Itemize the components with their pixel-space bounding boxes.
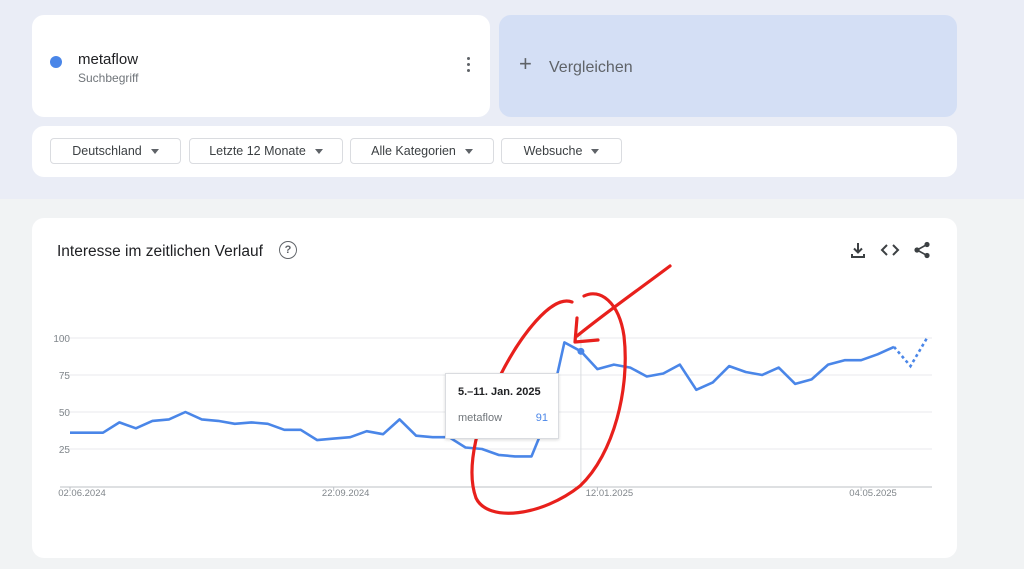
y-tick-label: 25	[59, 445, 71, 456]
search-term-card[interactable]: metaflow Suchbegriff	[32, 15, 490, 117]
y-tick-label: 75	[59, 371, 71, 382]
filter-region[interactable]: Deutschland	[50, 138, 181, 164]
filter-category-label: Alle Kategorien	[371, 144, 456, 158]
filter-timerange[interactable]: Letzte 12 Monate	[189, 138, 343, 164]
filter-search-type[interactable]: Websuche	[501, 138, 622, 164]
y-tick-label: 50	[59, 408, 71, 419]
y-tick-label: 100	[53, 334, 70, 345]
interest-over-time-card: Interesse im zeitlichen Verlauf ? 25 50 75…	[32, 218, 957, 558]
filter-category[interactable]: Alle Kategorien	[350, 138, 494, 164]
compare-label: Vergleichen	[549, 59, 633, 76]
filter-bar: Deutschland Letzte 12 Monate Alle Katego…	[32, 126, 957, 177]
dropdown-caret-icon	[150, 148, 159, 154]
tooltip-date: 5.–11. Jan. 2025	[458, 386, 541, 398]
search-term-name: metaflow	[78, 51, 139, 68]
series-color-dot	[50, 56, 62, 68]
x-tick-label: 04.05.2025	[849, 488, 897, 499]
filter-timerange-label: Letzte 12 Monate	[209, 144, 306, 158]
tooltip-value: 91	[535, 412, 548, 424]
plus-icon: +	[519, 51, 532, 76]
search-term-type: Suchbegriff	[78, 71, 139, 85]
tooltip-term: metaflow	[458, 412, 503, 424]
filter-region-label: Deutschland	[72, 144, 142, 158]
data-tooltip: 5.–11. Jan. 2025 metaflow 91	[445, 373, 559, 439]
series-line-partial	[893, 337, 929, 369]
x-tick-label: 12.01.2025	[586, 488, 634, 499]
dropdown-caret-icon	[314, 148, 323, 154]
dropdown-caret-icon	[591, 148, 600, 154]
dropdown-caret-icon	[464, 148, 473, 154]
filter-search-type-label: Websuche	[523, 144, 583, 158]
x-tick-label: 22.09.2024	[322, 488, 370, 499]
x-tick-label: 02.06.2024	[58, 488, 106, 499]
compare-button[interactable]: + Vergleichen	[499, 15, 957, 117]
more-options-icon[interactable]	[458, 57, 478, 77]
hover-point[interactable]	[577, 347, 585, 355]
